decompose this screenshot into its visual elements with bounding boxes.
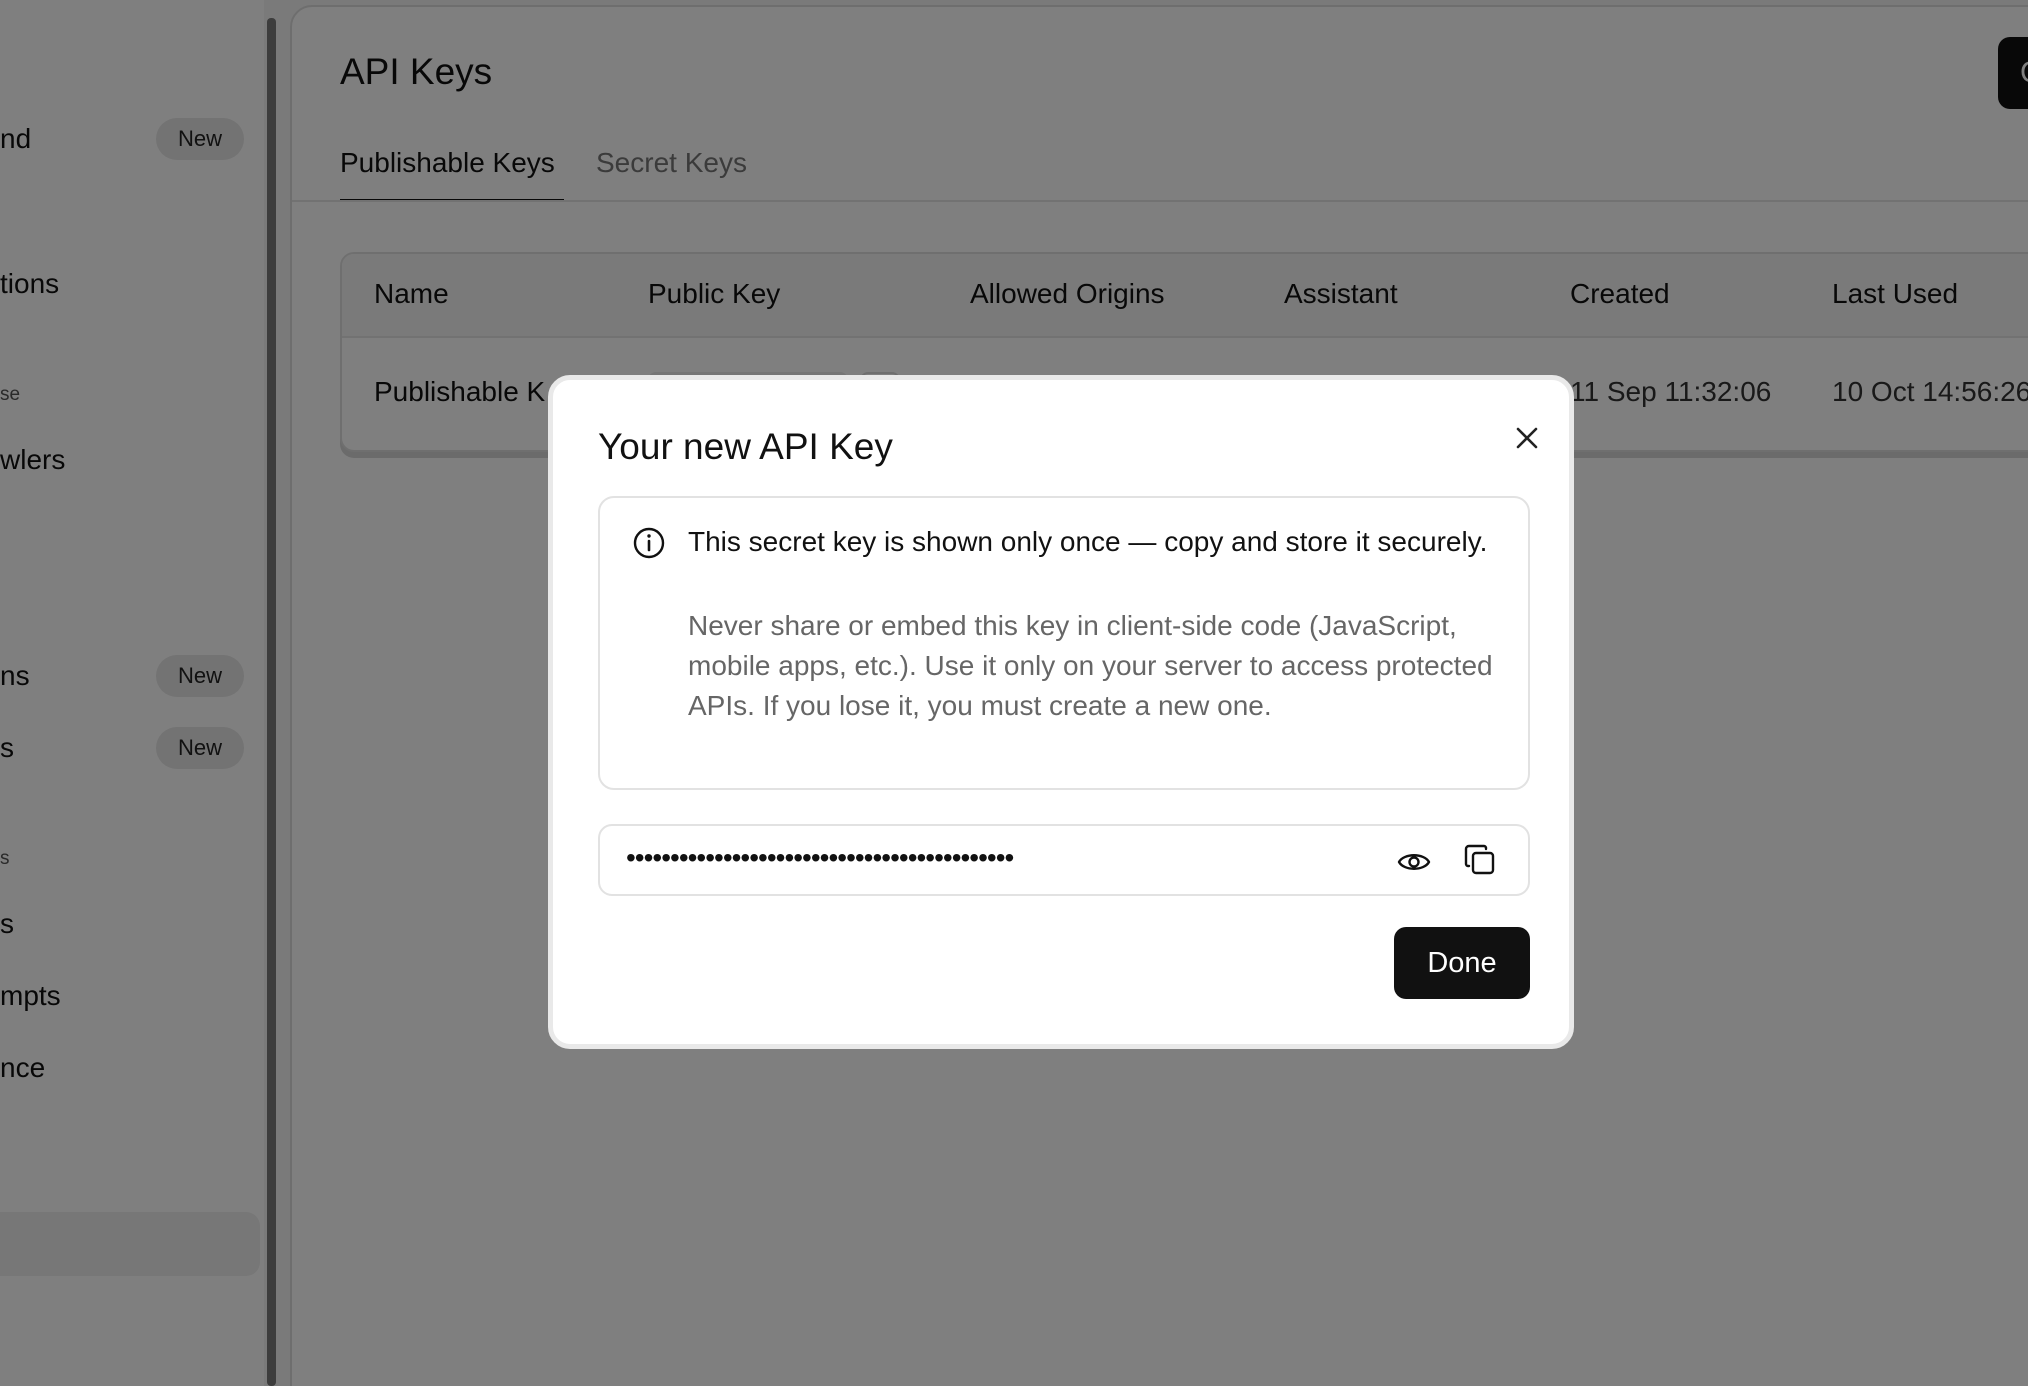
notice-body: Never share or embed this key in client-… [688, 610, 1493, 721]
close-button[interactable] [1507, 418, 1547, 458]
notice-heading: This secret key is shown only once — cop… [688, 526, 1488, 557]
dialog-title: Your new API Key [598, 426, 893, 467]
app-window: nd New tions se wlers ns New s New s s m… [0, 0, 2028, 1386]
done-button[interactable]: Done [1394, 927, 1530, 999]
info-icon [633, 527, 665, 559]
toggle-visibility-button[interactable] [1396, 844, 1432, 880]
masked-secret-key: ••••••••••••••••••••••••••••••••••••••••… [626, 842, 1014, 873]
close-icon [1516, 427, 1538, 449]
copy-icon [1464, 844, 1495, 875]
new-api-key-dialog: Your new API Key This secret key is show… [548, 375, 1574, 1049]
warning-notice: This secret key is shown only once — cop… [598, 496, 1530, 790]
copy-key-button[interactable] [1462, 842, 1498, 878]
secret-key-field[interactable]: ••••••••••••••••••••••••••••••••••••••••… [598, 824, 1530, 896]
eye-icon [1397, 854, 1431, 870]
